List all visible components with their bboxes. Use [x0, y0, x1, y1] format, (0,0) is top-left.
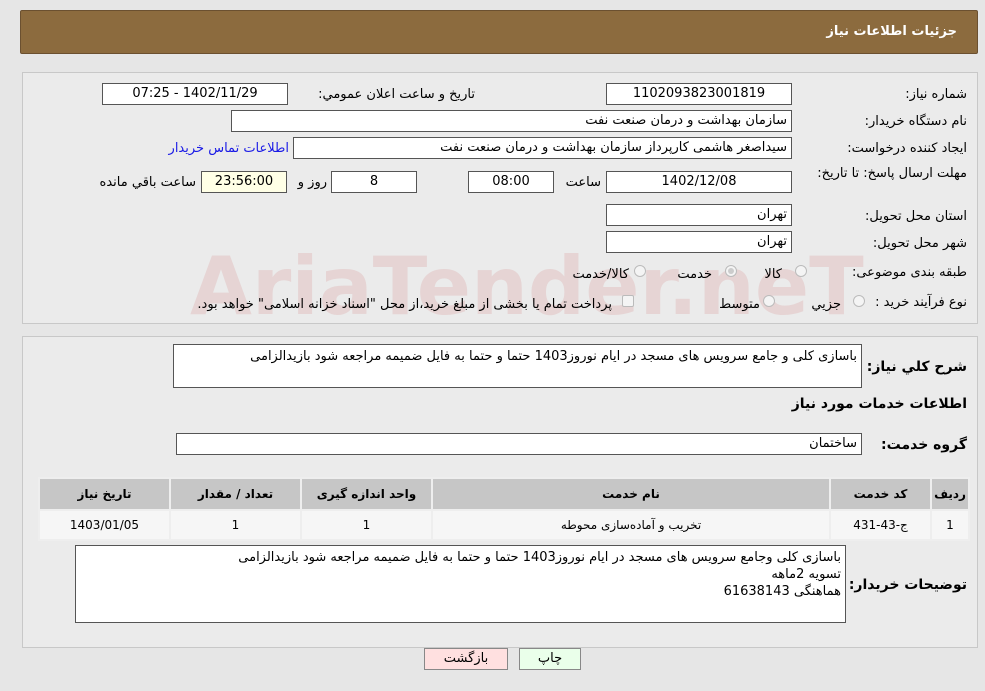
- process-radio-minor[interactable]: [853, 295, 865, 307]
- buyer-notes-line: تسویه 2ماهه: [771, 567, 841, 582]
- back-button[interactable]: بازگشت: [424, 648, 508, 670]
- category-goods-service-label: كالا/خدمت: [572, 267, 629, 282]
- province-field: تهران: [606, 204, 792, 226]
- buyer-notes-label: توضيحات خريدار:: [848, 577, 967, 593]
- description-label: شرح كلي نياز:: [866, 359, 967, 375]
- col-name: نام خدمت: [431, 477, 831, 511]
- page-title: جزئیات اطلاعات نیاز: [826, 24, 957, 39]
- buyer-notes-line: هماهنگی 61638143: [723, 584, 841, 599]
- remaining-label: ساعت باقي مانده: [99, 175, 196, 190]
- services-table: رديف كد خدمت نام خدمت واحد اندازه گيری ت…: [38, 477, 970, 541]
- col-code: كد خدمت: [829, 477, 932, 511]
- category-service-label: خدمت: [677, 267, 712, 282]
- announce-field: 1402/11/29 - 07:25: [102, 83, 288, 105]
- province-label: استان محل تحويل:: [865, 209, 967, 224]
- category-goods-label: كالا: [764, 267, 782, 282]
- deadline-time-field: 08:00: [468, 171, 554, 193]
- deadline-label: مهلت ارسال پاسخ: تا تاريخ:: [817, 166, 967, 181]
- col-row: رديف: [930, 477, 970, 511]
- page-header: جزئیات اطلاعات نیاز: [20, 10, 978, 54]
- creator-label: ايجاد كننده درخواست:: [847, 141, 967, 156]
- remaining-time-field: 23:56:00: [201, 171, 287, 193]
- cell-qty: 1: [169, 509, 302, 541]
- print-button[interactable]: چاپ: [519, 648, 581, 670]
- buyer-notes-textarea[interactable]: باسازی کلی وجامع سرویس های مسجد در ایام …: [75, 545, 846, 623]
- table-row: 1 ج-43-431 تخریب و آماده‌سازی محوطه 1 1 …: [38, 509, 970, 541]
- days-label: روز و: [297, 175, 327, 190]
- treasury-checkbox[interactable]: [622, 295, 634, 307]
- city-label: شهر محل تحويل:: [872, 236, 967, 251]
- city-field: تهران: [606, 231, 792, 253]
- category-radio-service[interactable]: [725, 265, 737, 277]
- days-field: 8: [331, 171, 417, 193]
- cell-code: ج-43-431: [829, 509, 932, 541]
- announce-label: تاریخ و ساعت اعلان عمومي:: [318, 87, 475, 102]
- watermark-logo: AriaTender.neT: [190, 240, 864, 333]
- buyer-org-label: نام دستگاه خريدار:: [864, 114, 967, 129]
- cell-row: 1: [930, 509, 970, 541]
- service-group-field: ساختمان: [176, 433, 862, 455]
- process-label: نوع فرآيند خريد :: [875, 295, 967, 310]
- table-header-row: رديف كد خدمت نام خدمت واحد اندازه گيری ت…: [38, 477, 970, 511]
- deadline-date-field: 1402/12/08: [606, 171, 792, 193]
- category-radio-goods[interactable]: [795, 265, 807, 277]
- col-unit: واحد اندازه گيری: [300, 477, 433, 511]
- buyer-notes-line: باسازی کلی وجامع سرویس های مسجد در ایام …: [238, 550, 841, 565]
- process-medium-label: متوسط: [719, 297, 760, 312]
- contact-buyer-link[interactable]: اطلاعات تماس خريدار: [169, 141, 289, 156]
- buyer-org-field: سازمان بهداشت و درمان صنعت نفت: [231, 110, 792, 132]
- process-minor-label: جزيي: [811, 297, 841, 312]
- cell-date: 1403/01/05: [38, 509, 171, 541]
- service-group-label: گروه خدمت:: [881, 437, 967, 453]
- cell-name: تخریب و آماده‌سازی محوطه: [431, 509, 831, 541]
- col-qty: تعداد / مقدار: [169, 477, 302, 511]
- cell-unit: 1: [300, 509, 433, 541]
- need-number-label: شماره نیاز:: [905, 87, 967, 102]
- description-textarea[interactable]: باسازی کلی و جامع سرویس های مسجد در ایام…: [173, 344, 862, 388]
- creator-field: سیداصغر هاشمی کارپرداز سازمان بهداشت و د…: [293, 137, 792, 159]
- col-date: تاريخ نياز: [38, 477, 171, 511]
- services-section-title: اطلاعات خدمات مورد نياز: [791, 396, 967, 412]
- treasury-note: پرداخت تمام یا بخشی از مبلغ خرید،از محل …: [197, 297, 612, 312]
- category-label: طبقه بندی موضوعی:: [851, 265, 967, 280]
- time-label: ساعت: [565, 175, 601, 190]
- need-number-field: 1102093823001819: [606, 83, 792, 105]
- category-radio-goods-service[interactable]: [634, 265, 646, 277]
- process-radio-medium[interactable]: [763, 295, 775, 307]
